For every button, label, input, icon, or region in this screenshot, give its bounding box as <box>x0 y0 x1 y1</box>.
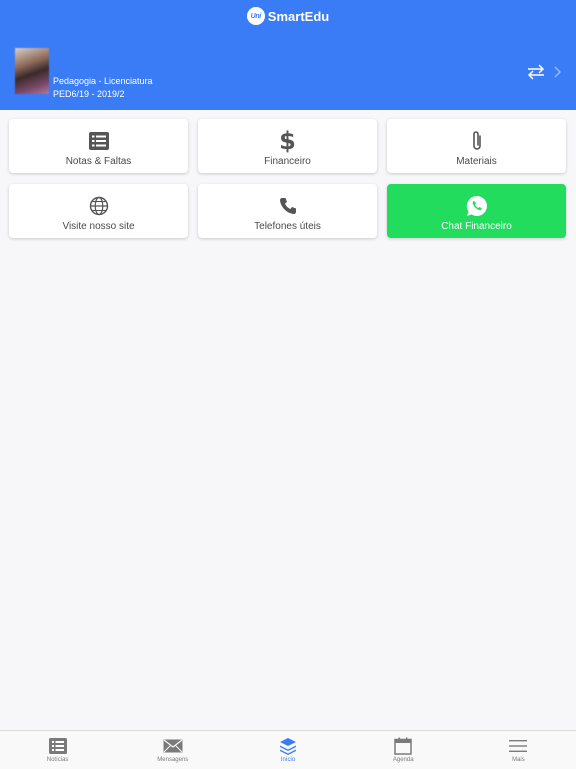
paperclip-icon <box>466 130 488 152</box>
shortcut-grid: Notas & Faltas $ Financeiro Materiais Vi… <box>9 119 567 238</box>
phone-icon <box>277 195 299 217</box>
tile-telefones[interactable]: Telefones úteis <box>198 184 377 238</box>
switch-course-icon[interactable] <box>526 64 546 80</box>
tile-financeiro[interactable]: $ Financeiro <box>198 119 377 173</box>
tile-chat-financeiro[interactable]: Chat Financeiro <box>387 184 566 238</box>
tile-label: Telefones úteis <box>254 221 321 232</box>
menu-icon <box>508 737 528 755</box>
calendar-icon <box>393 737 413 755</box>
course-name: Pedagogia - Licenciatura <box>53 76 153 86</box>
tile-label: Visite nosso site <box>62 221 135 232</box>
brand-logo: Uni <box>246 7 265 25</box>
tab-label: Agenda <box>392 757 414 763</box>
whatsapp-icon <box>466 195 488 217</box>
tab-inicio[interactable]: Início <box>230 731 345 769</box>
tab-label: Notícias <box>46 757 69 763</box>
tile-materiais[interactable]: Materiais <box>387 119 566 173</box>
news-icon <box>48 737 68 755</box>
tab-noticias[interactable]: Notícias <box>0 731 115 769</box>
tile-label: Notas & Faltas <box>65 156 132 167</box>
globe-icon <box>88 195 110 217</box>
dollar-icon: $ <box>279 127 296 155</box>
tab-mais[interactable]: Mais <box>461 731 576 769</box>
tile-label: Chat Financeiro <box>441 221 512 232</box>
tab-agenda[interactable]: Agenda <box>346 731 461 769</box>
envelope-icon <box>163 737 183 755</box>
course-period: PED6/19 - 2019/2 <box>53 89 125 99</box>
chevron-right-icon[interactable] <box>553 66 561 78</box>
tab-bar: Notícias Mensagens Início Agenda Mais <box>0 730 576 769</box>
tile-visite-site[interactable]: Visite nosso site <box>9 184 188 238</box>
tile-label: Financeiro <box>264 156 311 167</box>
tab-label: Mais <box>512 757 525 763</box>
tab-label: Início <box>280 757 296 763</box>
layers-icon <box>278 737 298 755</box>
tab-label: Mensagens <box>157 757 189 763</box>
avatar[interactable] <box>15 48 49 94</box>
brand: Uni SmartEdu <box>0 7 576 25</box>
tile-notas-faltas[interactable]: Notas & Faltas <box>9 119 188 173</box>
list-icon <box>88 130 110 152</box>
tile-label: Materiais <box>456 156 497 167</box>
tab-mensagens[interactable]: Mensagens <box>115 731 230 769</box>
app-title: SmartEdu <box>267 8 330 24</box>
course-info: Pedagogia - Licenciatura PED6/19 - 2019/… <box>53 75 153 101</box>
header: Uni SmartEdu Pedagogia - Licenciatura PE… <box>0 0 576 110</box>
